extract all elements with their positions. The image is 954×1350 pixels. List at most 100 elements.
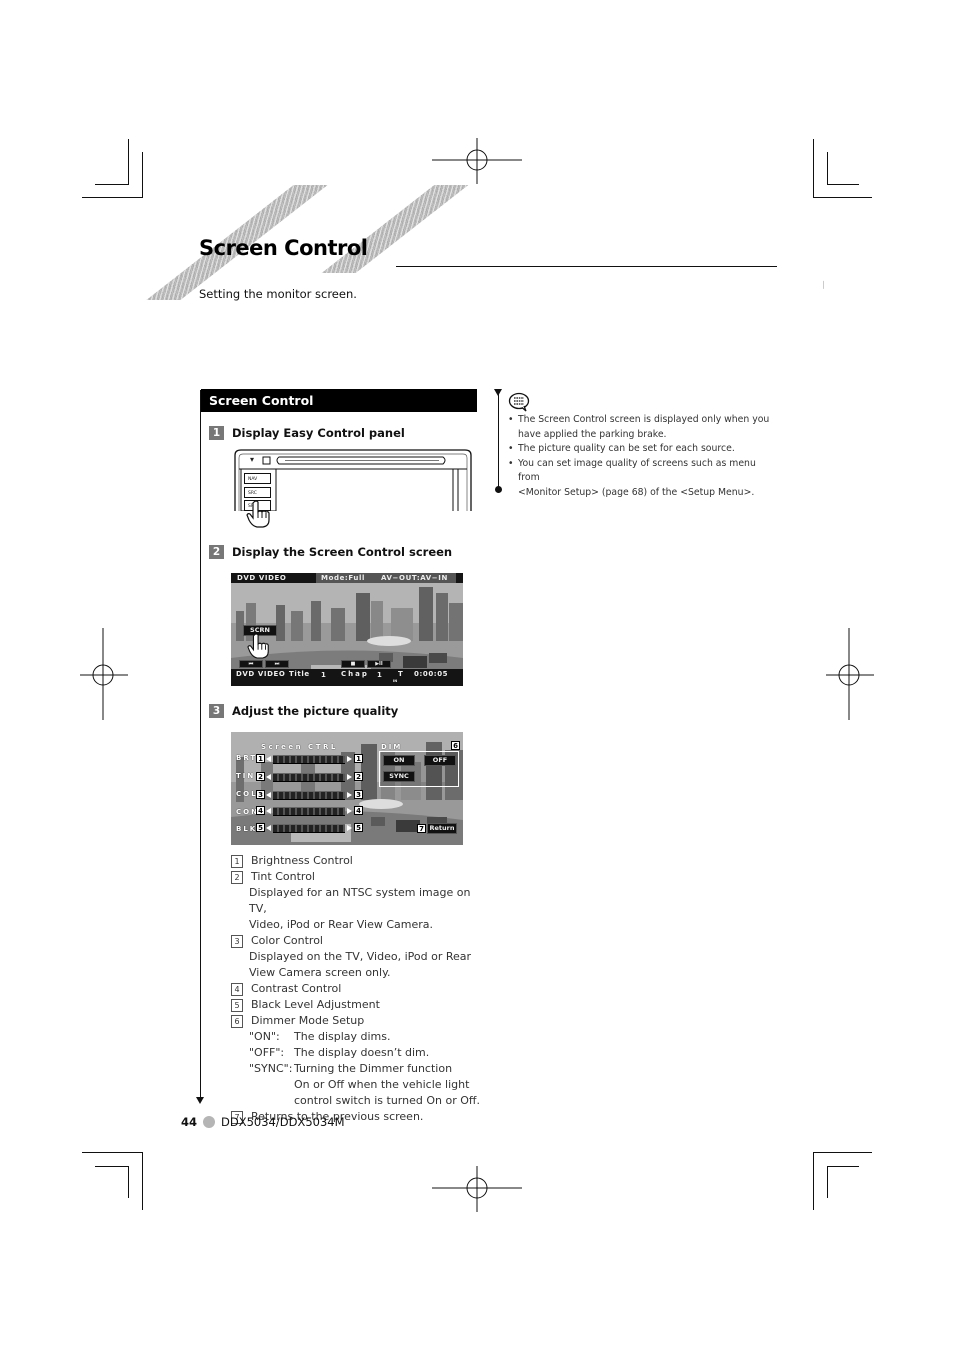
note-item: • The picture quality can be set for each… bbox=[508, 442, 778, 457]
callout-number: 3 bbox=[231, 935, 243, 948]
margin-mark: ᛁ bbox=[821, 281, 827, 291]
return-button[interactable]: Return bbox=[427, 823, 457, 834]
option-key: "ON": bbox=[249, 1030, 280, 1043]
dimmer-option: "OFF": The display doesn’t dim. bbox=[231, 1045, 481, 1061]
callout-legend: 1 Brightness Control 2 Tint Control Displa… bbox=[231, 853, 481, 1125]
legend-desc: Video, iPod or Rear View Camera. bbox=[249, 918, 434, 931]
chap-value: 1 bbox=[377, 671, 383, 679]
increase-arrow-icon[interactable] bbox=[347, 792, 352, 798]
device-button-src[interactable]: SRC bbox=[244, 487, 271, 498]
note-text: The picture quality can be set for each … bbox=[518, 443, 735, 454]
callout-number: 1 bbox=[354, 754, 363, 763]
dimmer-option-cont: On or Off when the vehicle light bbox=[231, 1077, 481, 1093]
decrease-arrow-icon[interactable] bbox=[266, 808, 271, 814]
note-text: The Screen Control screen is displayed o… bbox=[518, 414, 770, 425]
option-key: "OFF": bbox=[249, 1046, 285, 1059]
legend-desc: Displayed for an NTSC system image on TV… bbox=[249, 886, 471, 915]
callout-number: 7 bbox=[417, 824, 426, 833]
level-slider[interactable] bbox=[273, 824, 345, 833]
callout-number: 5 bbox=[354, 823, 363, 832]
decrease-arrow-icon[interactable] bbox=[266, 792, 271, 798]
next-button[interactable]: ⏭ bbox=[265, 660, 289, 668]
note-speech-bubble-icon bbox=[508, 392, 530, 412]
note-item-cont: <Monitor Setup> (page 68) of the <Setup … bbox=[508, 486, 778, 501]
step-3-heading: 3 Adjust the picture quality bbox=[209, 704, 398, 718]
step-label: Adjust the picture quality bbox=[232, 704, 399, 718]
callout-number: 4 bbox=[354, 806, 363, 815]
callout-number: 3 bbox=[256, 790, 265, 799]
level-slider[interactable] bbox=[273, 791, 345, 800]
dimmer-on-button[interactable]: ON bbox=[383, 755, 415, 766]
increase-arrow-icon[interactable] bbox=[347, 756, 352, 762]
section-header: Screen Control bbox=[201, 389, 477, 412]
legend-title: Contrast Control bbox=[251, 982, 342, 995]
page-subtitle: Setting the monitor screen. bbox=[199, 287, 357, 301]
legend-title: Color Control bbox=[251, 934, 323, 947]
dimmer-sync-button[interactable]: SYNC bbox=[383, 771, 415, 782]
screen-control-screen: Screen CTRL BRT 1 1 TIN 2 2 COL 3 3 CON … bbox=[231, 732, 463, 845]
step-label: Display Easy Control panel bbox=[232, 426, 405, 440]
playback-screen: DVD VIDEO Mode:Full AV−OUT:AV−IN SCRN ⏮ … bbox=[231, 573, 463, 686]
dimmer-off-button[interactable]: OFF bbox=[424, 755, 456, 766]
device-button-nav[interactable]: NAV bbox=[244, 473, 271, 484]
legend-title: Dimmer Mode Setup bbox=[251, 1014, 365, 1027]
legend-desc: Displayed on the TV, Video, iPod or Rear bbox=[249, 950, 472, 963]
legend-item: 6 Dimmer Mode Setup bbox=[231, 1013, 481, 1029]
callout-number: 4 bbox=[256, 806, 265, 815]
title-value: 1 bbox=[321, 671, 327, 679]
dimmer-option-cont: control switch is turned On or Off. bbox=[231, 1093, 481, 1109]
registration-target-top bbox=[432, 138, 522, 184]
callout-number: 6 bbox=[451, 741, 460, 750]
pointing-hand-icon bbox=[247, 633, 269, 659]
page-title: Screen Control bbox=[199, 236, 368, 260]
level-slider[interactable] bbox=[273, 807, 345, 816]
legend-item: 3 Color Control bbox=[231, 933, 481, 949]
mode-label[interactable]: Mode:Full bbox=[321, 574, 365, 582]
chap-label: Chap bbox=[341, 670, 369, 678]
note-item: • You can set image quality of screens su… bbox=[508, 457, 778, 486]
level-slider[interactable] bbox=[273, 773, 345, 782]
step-number: 2 bbox=[209, 545, 224, 559]
callout-number: 5 bbox=[256, 823, 265, 832]
option-text: The display doesn’t dim. bbox=[294, 1046, 430, 1059]
decrease-arrow-icon[interactable] bbox=[266, 825, 271, 831]
note-text: <Monitor Setup> (page 68) of the <Setup … bbox=[518, 486, 755, 498]
model-name: DDX5034/DDX5034M bbox=[221, 1115, 345, 1129]
increase-arrow-icon[interactable] bbox=[347, 774, 352, 780]
av-out-label[interactable]: AV−OUT:AV−IN bbox=[381, 574, 448, 582]
decrease-arrow-icon[interactable] bbox=[266, 756, 271, 762]
level-slider[interactable] bbox=[273, 755, 345, 764]
stop-button[interactable]: ■ bbox=[341, 660, 365, 668]
control-label: BRT bbox=[236, 754, 258, 762]
option-key: "SYNC": bbox=[249, 1062, 293, 1075]
step-number: 1 bbox=[209, 426, 224, 440]
play-pause-button[interactable]: ▶II bbox=[367, 660, 391, 668]
footer-circle-icon bbox=[203, 1116, 216, 1128]
option-text: On or Off when the vehicle light bbox=[294, 1078, 470, 1091]
page-number: 44 bbox=[181, 1115, 198, 1129]
note-item: • The Screen Control screen is displayed … bbox=[508, 413, 778, 428]
legend-title: Black Level Adjustment bbox=[251, 998, 380, 1011]
eject-icon[interactable]: ▾ bbox=[250, 455, 254, 464]
decrease-arrow-icon[interactable] bbox=[266, 774, 271, 780]
dimmer-option: "ON": The display dims. bbox=[231, 1029, 481, 1045]
step-2-heading: 2 Display the Screen Control screen bbox=[209, 545, 452, 559]
title-label: Title bbox=[289, 670, 310, 678]
input-indicator: IN bbox=[393, 679, 398, 683]
status-bar-top: DVD VIDEO Mode:Full AV−OUT:AV−IN bbox=[231, 573, 463, 583]
callout-number: 6 bbox=[231, 1015, 243, 1028]
dim-label: DIM bbox=[381, 743, 403, 751]
status-bar-bottom: DVD VIDEO Title 1 Chap 1 T 0:00:05 IN bbox=[231, 669, 463, 686]
increase-arrow-icon[interactable] bbox=[347, 825, 352, 831]
source-label-bottom: DVD VIDEO bbox=[236, 670, 286, 678]
legend-item: 5 Black Level Adjustment bbox=[231, 997, 481, 1013]
control-label: COL bbox=[236, 790, 258, 798]
notes-list: • The Screen Control screen is displayed … bbox=[508, 413, 778, 500]
option-text: The display dims. bbox=[294, 1030, 391, 1043]
increase-arrow-icon[interactable] bbox=[347, 808, 352, 814]
legend-item: 4 Contrast Control bbox=[231, 981, 481, 997]
previous-button[interactable]: ⏮ bbox=[239, 660, 263, 668]
flow-line bbox=[200, 390, 201, 1098]
legend-item: 1 Brightness Control bbox=[231, 853, 481, 869]
title-rule bbox=[396, 266, 777, 267]
